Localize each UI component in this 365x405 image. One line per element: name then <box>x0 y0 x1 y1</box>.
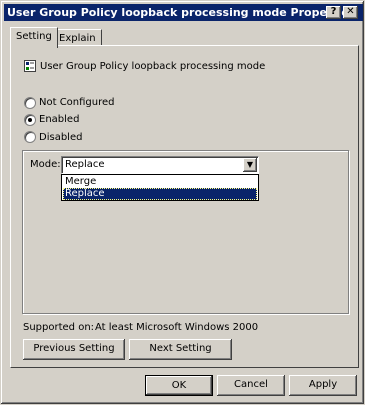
ok-button[interactable]: OK <box>145 375 213 396</box>
cancel-label: Cancel <box>234 379 268 390</box>
close-icon: ✕ <box>346 6 355 17</box>
ok-label: OK <box>171 380 187 391</box>
mode-option-merge[interactable]: Merge <box>63 176 257 188</box>
supported-on-value: At least Microsoft Windows 2000 <box>95 322 259 333</box>
properties-dialog: User Group Policy loopback processing mo… <box>0 0 365 405</box>
radio-disabled[interactable] <box>24 131 36 143</box>
close-button[interactable]: ✕ <box>343 6 358 19</box>
next-setting-label: Next Setting <box>149 343 212 354</box>
mode-label: Mode: <box>30 159 61 170</box>
next-setting-button[interactable]: Next Setting <box>129 339 232 360</box>
apply-button[interactable]: Apply <box>289 375 357 396</box>
radio-enabled[interactable] <box>24 114 36 126</box>
mode-select-value: Replace <box>65 159 105 170</box>
tab-setting-label: Setting <box>16 31 52 42</box>
mode-select[interactable]: Replace ▼ <box>61 156 259 174</box>
previous-setting-button[interactable]: Previous Setting <box>23 339 125 360</box>
chevron-down-icon: ▼ <box>246 160 254 169</box>
supported-on-label: Supported on: <box>23 322 95 333</box>
tab-explain[interactable]: Explain <box>53 29 102 45</box>
cancel-button[interactable]: Cancel <box>217 375 285 396</box>
apply-label: Apply <box>308 379 338 390</box>
radio-enabled-label[interactable]: Enabled <box>39 114 79 125</box>
radio-selected-dot <box>28 118 32 122</box>
policy-setting-icon <box>24 60 36 72</box>
mode-select-button[interactable]: ▼ <box>243 158 257 172</box>
tab-explain-label: Explain <box>59 33 96 44</box>
mode-dropdown-list[interactable]: Merge Replace <box>61 174 259 201</box>
title-bar[interactable]: User Group Policy loopback processing mo… <box>4 4 363 21</box>
dialog-title: User Group Policy loopback processing mo… <box>7 6 356 19</box>
mode-option-replace[interactable]: Replace <box>63 188 257 200</box>
tab-setting[interactable]: Setting <box>10 27 58 48</box>
radio-not-configured-label[interactable]: Not Configured <box>39 97 115 108</box>
previous-setting-label: Previous Setting <box>33 343 115 354</box>
help-button[interactable]: ? <box>326 6 341 19</box>
policy-name: User Group Policy loopback processing mo… <box>40 61 266 72</box>
radio-not-configured[interactable] <box>24 97 36 109</box>
radio-disabled-label[interactable]: Disabled <box>39 132 82 143</box>
